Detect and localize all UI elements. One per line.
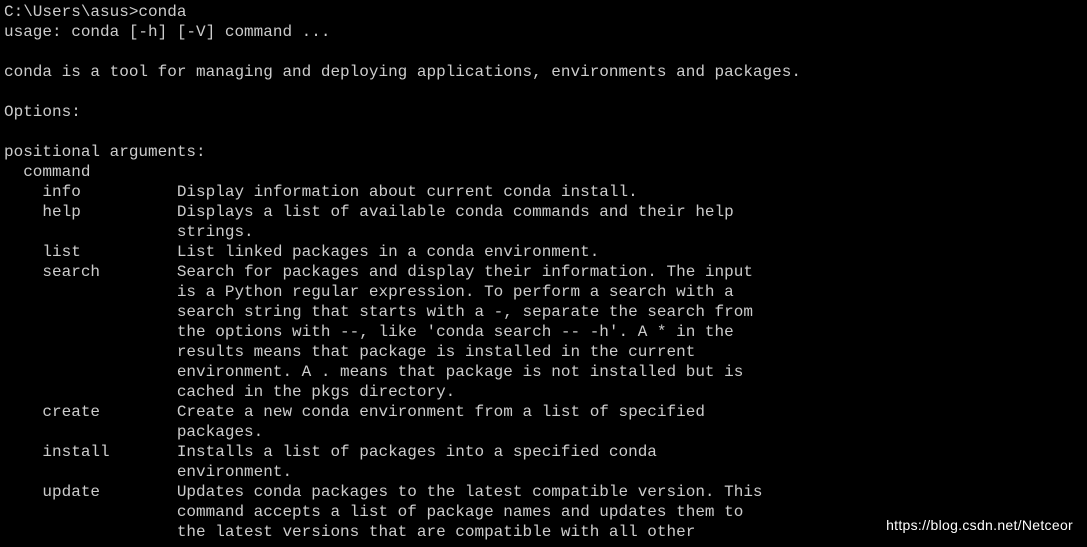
cmd-search-cont2: search string that starts with a -, sepa… <box>4 302 1083 322</box>
options-header: Options: <box>4 102 1083 122</box>
cmd-update: updateUpdates conda packages to the late… <box>4 482 1083 502</box>
description-line: conda is a tool for managing and deployi… <box>4 62 1083 82</box>
cmd-desc-list: List linked packages in a conda environm… <box>177 243 599 261</box>
cmd-info: infoDisplay information about current co… <box>4 182 1083 202</box>
cmd-desc-install: Installs a list of packages into a speci… <box>177 443 657 461</box>
cmd-search-cont4: results means that package is installed … <box>4 342 1083 362</box>
prompt-path: C:\Users\asus> <box>4 3 138 21</box>
cmd-help: helpDisplays a list of available conda c… <box>4 202 1083 222</box>
cmd-desc-update: Updates conda packages to the latest com… <box>177 483 763 501</box>
cmd-help-cont: strings. <box>4 222 1083 242</box>
positional-header: positional arguments: <box>4 142 1083 162</box>
cmd-search-cont6: cached in the pkgs directory. <box>4 382 1083 402</box>
cmd-name-update: update <box>42 482 176 502</box>
blank-line <box>4 82 1083 102</box>
watermark-text: https://blog.csdn.net/Netceor <box>886 515 1073 535</box>
cmd-name-install: install <box>42 442 176 462</box>
cmd-install: installInstalls a list of packages into … <box>4 442 1083 462</box>
usage-line: usage: conda [-h] [-V] command ... <box>4 22 1083 42</box>
cmd-desc-info: Display information about current conda … <box>177 183 638 201</box>
blank-line <box>4 42 1083 62</box>
cmd-name-search: search <box>42 262 176 282</box>
cmd-create-cont: packages. <box>4 422 1083 442</box>
cmd-search-cont3: the options with --, like 'conda search … <box>4 322 1083 342</box>
cmd-install-cont: environment. <box>4 462 1083 482</box>
terminal-output[interactable]: C:\Users\asus>conda usage: conda [-h] [-… <box>4 2 1083 542</box>
cmd-search-cont1: is a Python regular expression. To perfo… <box>4 282 1083 302</box>
cmd-name-info: info <box>42 182 176 202</box>
cmd-search-cont5: environment. A . means that package is n… <box>4 362 1083 382</box>
cmd-create: createCreate a new conda environment fro… <box>4 402 1083 422</box>
cmd-desc-search: Search for packages and display their in… <box>177 263 753 281</box>
cmd-search: searchSearch for packages and display th… <box>4 262 1083 282</box>
blank-line <box>4 122 1083 142</box>
typed-command: conda <box>138 3 186 21</box>
cmd-list: listList linked packages in a conda envi… <box>4 242 1083 262</box>
cmd-name-list: list <box>42 242 176 262</box>
command-label: command <box>4 162 1083 182</box>
cmd-name-create: create <box>42 402 176 422</box>
cmd-desc-help: Displays a list of available conda comma… <box>177 203 734 221</box>
prompt-line: C:\Users\asus>conda <box>4 2 1083 22</box>
cmd-name-help: help <box>42 202 176 222</box>
cmd-desc-create: Create a new conda environment from a li… <box>177 403 705 421</box>
